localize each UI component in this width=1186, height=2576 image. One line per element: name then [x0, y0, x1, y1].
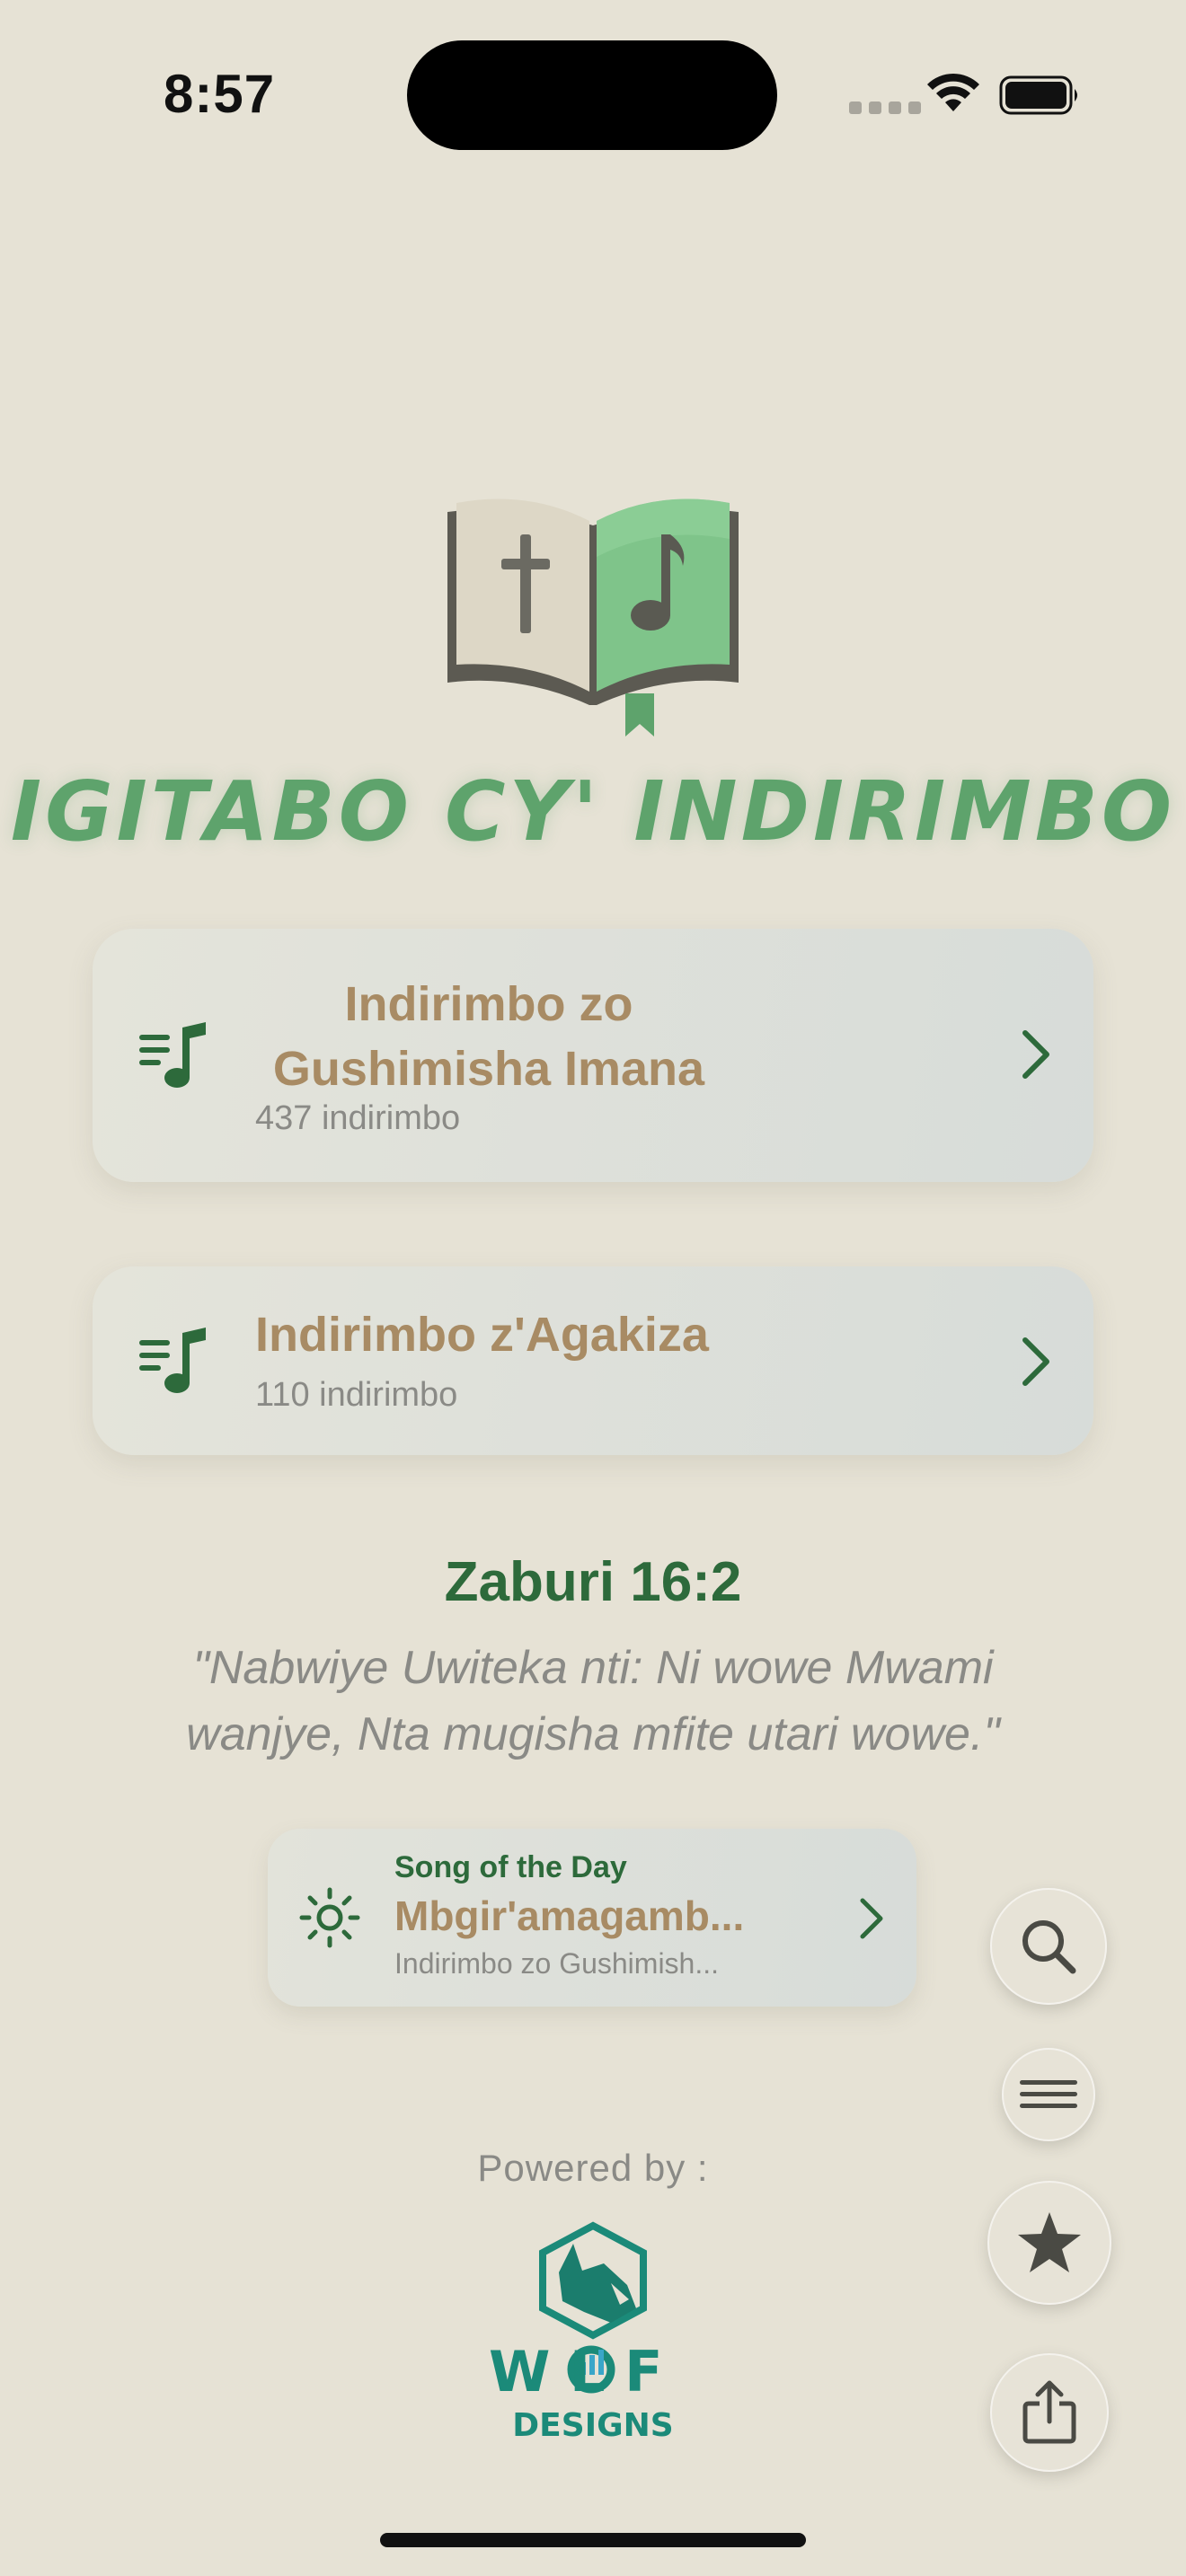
dynamic-island — [407, 40, 777, 150]
verse-text: "Nabwiye Uwiteka nti: Ni wowe Mwami wanj… — [186, 1642, 1000, 1760]
hymnal-title: Indirimbo zo Gushimisha Imana — [272, 977, 705, 1096]
sun-icon — [299, 1887, 360, 1948]
hymnal-title: Indirimbo z'Agakiza — [255, 1308, 709, 1362]
battery-icon — [999, 75, 1077, 115]
menu-button[interactable] — [1002, 2048, 1095, 2141]
wolf-brand-sub: DESIGNS — [512, 2407, 673, 2444]
chevron-right-icon — [860, 1898, 883, 1939]
song-of-the-day-card[interactable]: Song of the Day Mbgir'amagamb... Indirim… — [268, 1829, 916, 2007]
playlist-music-icon — [139, 1022, 206, 1088]
hymnal-count: 437 indirimbo — [255, 1099, 461, 1137]
search-icon — [1022, 1920, 1076, 1974]
song-of-day-label: Song of the Day — [394, 1850, 627, 1884]
wolf-brand-word: W L F — [489, 2339, 662, 2404]
status-time: 8:57 — [164, 64, 276, 124]
bible-music-logo — [447, 498, 739, 737]
share-icon — [1022, 2380, 1076, 2444]
app-title: IGITABO CY' INDIRIMBO — [10, 763, 1176, 860]
song-of-day-source: Indirimbo zo Gushimish... — [394, 1947, 720, 1980]
song-of-day-title: Mbgir'amagamb... — [394, 1892, 745, 1939]
chevron-right-icon — [1022, 1337, 1049, 1386]
share-button[interactable] — [990, 2353, 1109, 2472]
search-button[interactable] — [990, 1888, 1107, 2005]
cellular-signal-icon — [849, 101, 921, 114]
powered-by-label: Powered by : — [477, 2147, 709, 2189]
wolf-designs-logo: W L F DESIGNS — [489, 2221, 674, 2444]
star-icon — [1018, 2212, 1081, 2272]
chevron-right-icon — [1022, 1030, 1049, 1079]
hymnal-card-agakiza[interactable]: Indirimbo z'Agakiza 110 indirimbo — [93, 1266, 1093, 1455]
menu-icon — [1020, 2080, 1077, 2108]
hymnal-count: 110 indirimbo — [255, 1376, 458, 1414]
favorites-button[interactable] — [987, 2181, 1111, 2305]
verse-reference: Zaburi 16:2 — [444, 1551, 742, 1613]
home-indicator[interactable] — [380, 2533, 806, 2547]
playlist-music-icon — [139, 1328, 206, 1393]
hymnal-card-gushimisha[interactable]: Indirimbo zo Gushimisha Imana 437 indiri… — [93, 929, 1093, 1182]
wifi-icon — [927, 73, 979, 111]
